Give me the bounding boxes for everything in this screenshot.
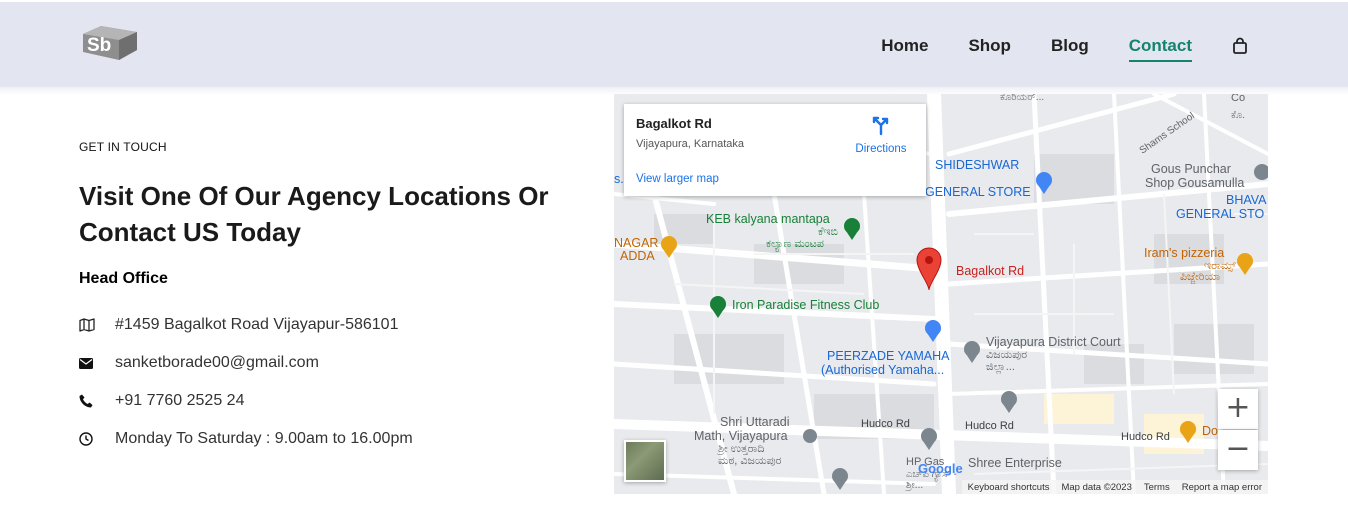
map-label-uttaradi1: Shri Uttaradi: [720, 415, 790, 429]
map-data-text: Map data ©2023: [1061, 481, 1132, 493]
eyebrow-text: GET IN TOUCH: [79, 140, 167, 154]
zoom-in-button[interactable]: +: [1218, 389, 1258, 429]
map-label-s: s.: [614, 172, 624, 186]
head-office-title: Head Office: [79, 270, 168, 287]
place-card: Bagalkot Rd Vijayapura, Karnataka View l…: [624, 104, 926, 196]
map-label-peerzade1: PEERZADE YAMAHA: [827, 349, 950, 363]
view-larger-map-link[interactable]: View larger map: [636, 173, 719, 185]
map-label-uttaradi-kn2: ಮಠ, ವಿಜಯಪುರ: [718, 455, 782, 467]
nav-blog[interactable]: Blog: [1051, 36, 1089, 56]
map-label-gous2: Shop Gousamulla: [1145, 176, 1245, 190]
map-label-hudco2: Hudco Rd: [965, 420, 1014, 432]
map-label-hp-kn2: ಶ್ರೀ...: [906, 480, 924, 491]
hours-text: Monday To Saturday : 9.00am to 16.00pm: [115, 430, 413, 447]
place-name: Bagalkot Rd: [636, 116, 712, 131]
shopping-bag-icon[interactable]: [1232, 37, 1248, 55]
directions-icon: [871, 116, 891, 140]
map-label-court-kn2: ಜಿಲ್ಲಾ...: [986, 361, 1015, 373]
google-logo: Google: [918, 461, 963, 476]
map-label-shideshwar1: SHIDESHWAR: [935, 158, 1020, 172]
google-map[interactable]: KEB kalyana mantapa ಕೆಇಬಿ ಕಲ್ಯಾಣ ಮಂಟಪ Ir…: [614, 94, 1268, 494]
site-header: Sb Home Shop Blog Contact: [0, 2, 1348, 87]
map-footer: Keyboard shortcuts Map data ©2023 Terms …: [961, 480, 1268, 494]
nav-home[interactable]: Home: [881, 36, 928, 56]
map-label-dos: Do: [1202, 424, 1218, 438]
google-logo-text: Google: [918, 461, 963, 476]
address-text: #1459 Bagalkot Road Vijayapur-586101: [115, 316, 399, 333]
contact-info: GET IN TOUCH Visit One Of Our Agency Loc…: [79, 140, 579, 458]
nav-shop[interactable]: Shop: [968, 36, 1011, 56]
map-label-hudco3: Hudco Rd: [1121, 431, 1170, 443]
logo-text: Sb: [87, 35, 111, 56]
map-label-co1: Co: [1231, 94, 1246, 104]
map-label-courier: ಕೊರಿಯರ್...: [1000, 94, 1045, 103]
nav-contact[interactable]: Contact: [1128, 36, 1193, 62]
map-label-keb: KEB kalyana mantapa: [706, 212, 830, 226]
map-icon: [79, 318, 115, 332]
map-label-keb-kn2: ಕಲ್ಯಾಣ ಮಂಟಪ: [766, 238, 824, 250]
hours-row: Monday To Saturday : 9.00am to 16.00pm: [79, 420, 579, 458]
satellite-toggle[interactable]: [624, 440, 666, 482]
place-address: Vijayapura, Karnataka: [636, 138, 745, 150]
report-error-link[interactable]: Report a map error: [1182, 482, 1262, 493]
map-label-iron: Iron Paradise Fitness Club: [732, 298, 880, 312]
terms-link[interactable]: Terms: [1144, 482, 1170, 493]
map-label-gous1: Gous Punchar: [1151, 162, 1231, 176]
main-nav: Home Shop Blog Contact: [841, 36, 1248, 62]
map-label-irams-kn2: ಪಿಜ್ಜೇರಿಯಾ: [1180, 271, 1221, 283]
envelope-icon: [79, 357, 115, 369]
map-label-bhava1: BHAVA: [1226, 193, 1267, 207]
map-label-peerzade2: (Authorised Yamaha...: [821, 363, 945, 377]
email-text[interactable]: sanketborade00@gmail.com: [115, 354, 319, 372]
map-label-hudco1: Hudco Rd: [861, 418, 910, 430]
map-label-shree: Shree Enterprise: [968, 456, 1062, 470]
map-label-court: Vijayapura District Court: [986, 335, 1121, 349]
address-row: #1459 Bagalkot Road Vijayapur-586101: [79, 306, 579, 344]
map-label-adda: ADDA: [620, 249, 655, 263]
phone-icon: [79, 394, 115, 408]
contact-details: #1459 Bagalkot Road Vijayapur-586101 san…: [79, 306, 579, 458]
clock-icon: [79, 432, 115, 446]
page-title: Visit One Of Our Agency Locations Or Con…: [79, 181, 549, 247]
email-row: sanketborade00@gmail.com: [79, 344, 579, 382]
directions-label: Directions: [855, 143, 907, 155]
map-label-uttaradi2: Math, Vijayapura: [694, 429, 788, 443]
map-label-nagar: NAGAR: [614, 236, 659, 250]
keyboard-shortcuts-link[interactable]: Keyboard shortcuts: [968, 482, 1050, 493]
directions-button[interactable]: Directions: [846, 116, 916, 155]
zoom-out-button[interactable]: −: [1218, 430, 1258, 470]
map-label-irams: Iram's pizzeria: [1144, 246, 1225, 260]
map-label-bhava2: GENERAL STO: [1176, 207, 1265, 221]
map-marker-label: Bagalkot Rd: [956, 264, 1025, 278]
phone-text[interactable]: +91 7760 2525 24: [115, 392, 244, 410]
phone-row: +91 7760 2525 24: [79, 382, 579, 420]
map-label-co2: ಕೊ.: [1231, 110, 1246, 121]
map-label-shideshwar2: GENERAL STORE: [925, 185, 1031, 199]
site-logo[interactable]: Sb: [79, 22, 139, 64]
